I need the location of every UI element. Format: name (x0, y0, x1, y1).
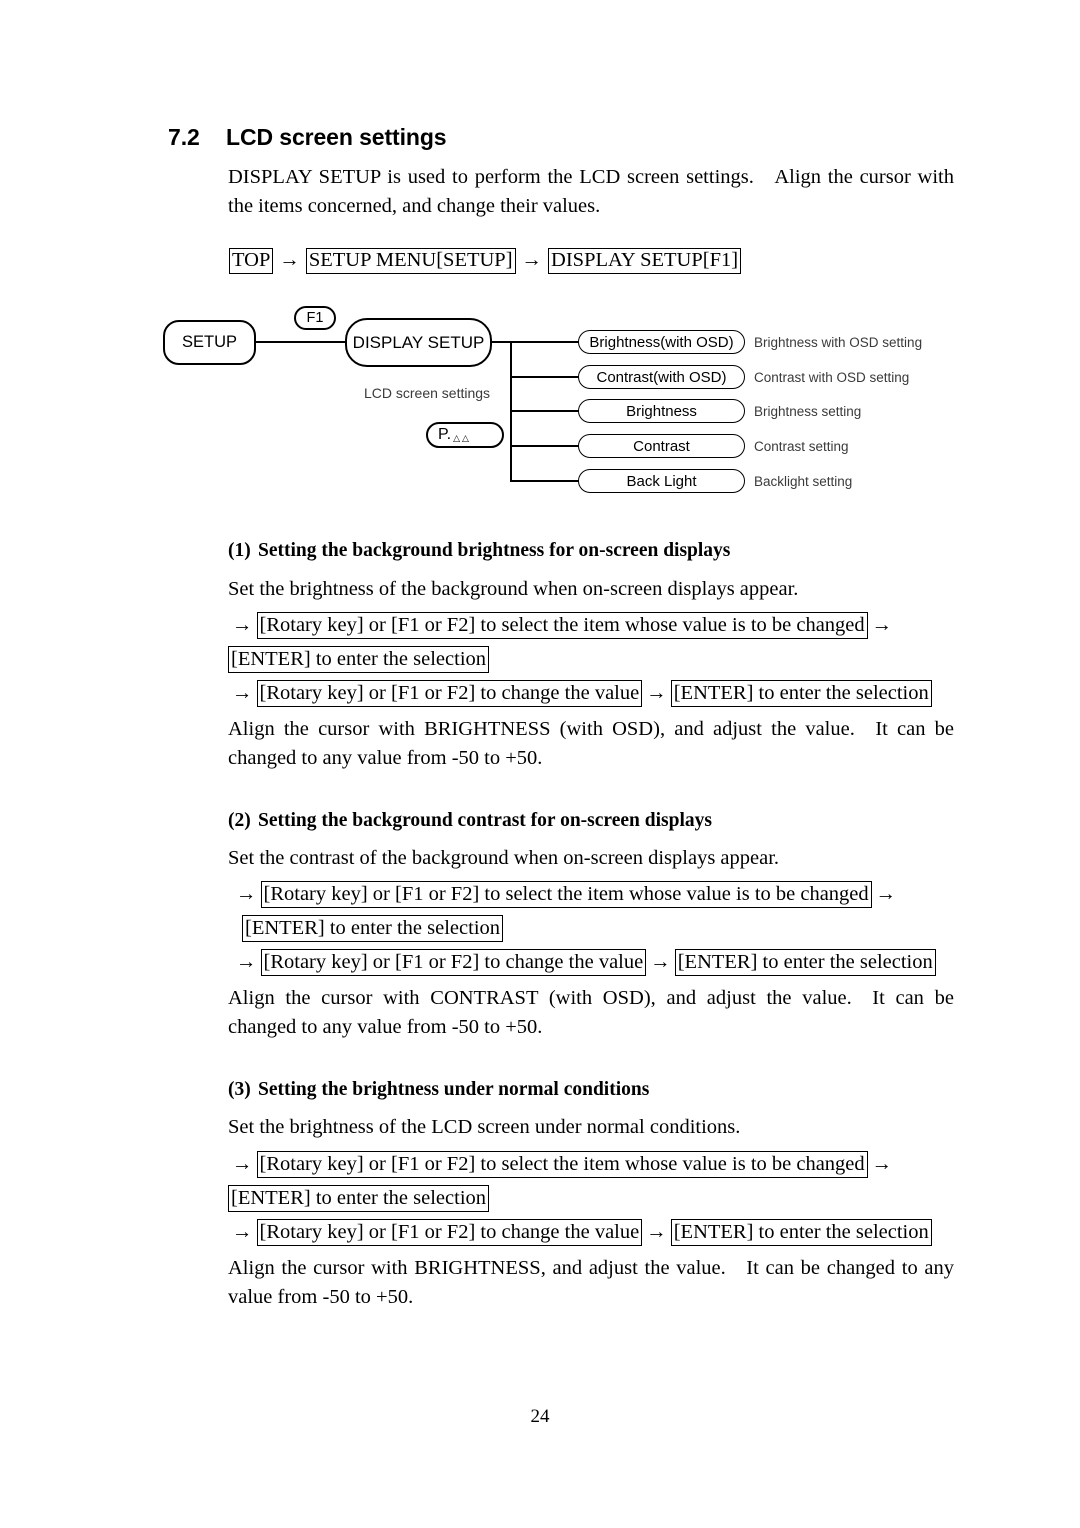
subsection-1-step-4: [ENTER] to enter the selection (670, 680, 932, 707)
subsection-3-number: (3) (228, 1079, 251, 1100)
subsection-1-title: Setting the background brightness for on… (258, 540, 731, 561)
subsection-3-steps: → [Rotary key] or [F1 or F2] to select th… (228, 1147, 932, 1249)
subsection-3-heading: (3) Setting the brightness under normal c… (228, 1079, 649, 1101)
connector-branch-3 (510, 410, 580, 412)
subsection-2-lead: Set the contrast of the background when … (228, 847, 780, 869)
diagram-page-reference: P. △△ (426, 422, 504, 448)
step-arrow: → (232, 1153, 253, 1175)
diagram-item-contrast-with-osd: Contrast(with OSD) (578, 365, 745, 389)
subsection-2-heading: (2) Setting the background contrast for o… (228, 810, 712, 832)
diagram-caption: LCD screen settings (364, 385, 491, 401)
step-arrow: → (871, 614, 893, 636)
diagram-item-brightness: Brightness (578, 399, 745, 423)
subsection-1-heading: (1) Setting the background brightness for… (228, 540, 730, 562)
diagram-node-display-setup: DISPLAY SETUP (345, 318, 492, 367)
subsection-3-step-2: [ENTER] to enter the selection (228, 1185, 490, 1212)
step-arrow: → (875, 883, 897, 905)
diagram-desc-back-light: Backlight setting (754, 474, 853, 489)
subsection-2-step-4: [ENTER] to enter the selection (674, 949, 936, 976)
subsection-2-step-line-3: → [Rotary key] or [F1 or F2] to change th… (232, 945, 936, 979)
subsection-2-step-2: [ENTER] to enter the selection (242, 915, 504, 942)
step-arrow: → (871, 1153, 893, 1175)
subsection-1-step-line-3: → [Rotary key] or [F1 or F2] to change th… (228, 676, 932, 710)
page-title: 7.2 LCD screen settings (168, 124, 447, 151)
subsection-1-step-line-1: → [Rotary key] or [F1 or F2] to select th… (228, 608, 932, 642)
diagram-item-contrast: Contrast (578, 434, 745, 458)
page-number: 24 (530, 1406, 550, 1427)
step-arrow: → (236, 951, 257, 973)
subsection-3-step-line-3: → [Rotary key] or [F1 or F2] to change th… (228, 1215, 932, 1249)
step-arrow: → (646, 682, 667, 704)
diagram-desc-brightness: Brightness setting (754, 404, 862, 419)
step-arrow: → (646, 1221, 667, 1243)
subsection-1-steps: → [Rotary key] or [F1 or F2] to select th… (228, 608, 932, 710)
subsection-3-title: Setting the brightness under normal cond… (258, 1079, 650, 1100)
connector-branch-1 (510, 341, 580, 343)
subsection-2-steps: → [Rotary key] or [F1 or F2] to select th… (232, 877, 936, 979)
document-page: 7.2 LCD screen settings DISPLAY SETUP is … (0, 0, 1080, 1528)
diagram-desc-contrast-with-osd: Contrast with OSD setting (754, 370, 910, 385)
step-arrow: → (236, 883, 257, 905)
intro-paragraph: DISPLAY SETUP is used to perform the LCD… (228, 166, 954, 217)
connector-display-to-trunk (490, 341, 512, 343)
breadcrumb-arrow-2: → (521, 249, 543, 271)
subsection-1-step-3: [Rotary key] or [F1 or F2] to change the… (256, 680, 643, 707)
breadcrumb-item-top: TOP (229, 248, 274, 274)
subsection-2-title: Setting the background contrast for on-s… (258, 810, 712, 831)
connector-branch-5 (510, 480, 580, 482)
subsection-3-step-line-1: → [Rotary key] or [F1 or F2] to select th… (228, 1147, 932, 1181)
section-number: 7.2 (168, 124, 200, 150)
step-arrow: → (650, 951, 671, 973)
connector-branch-2 (510, 376, 580, 378)
diagram-badge-f1: F1 (294, 306, 336, 330)
subsection-2-step-line-2: [ENTER] to enter the selection (232, 911, 936, 945)
subsection-3-step-3: [Rotary key] or [F1 or F2] to change the… (256, 1219, 643, 1246)
subsection-3-step-4: [ENTER] to enter the selection (670, 1219, 932, 1246)
subsection-2-closing: Align the cursor with CONTRAST (with OSD… (228, 987, 954, 1038)
subsection-1-number: (1) (228, 540, 251, 561)
subsection-3-closing: Align the cursor with BRIGHTNESS, and ad… (228, 1257, 954, 1308)
breadcrumb-arrow-1: → (279, 249, 300, 271)
connector-setup-to-display (254, 341, 347, 343)
step-arrow: → (232, 682, 253, 704)
subsection-1-lead: Set the brightness of the background whe… (228, 578, 799, 600)
diagram-node-setup: SETUP (163, 320, 256, 365)
page-ref-triangles: △△ (453, 432, 471, 443)
breadcrumb-item-display-setup: DISPLAY SETUP[F1] (548, 248, 742, 274)
subsection-2-step-line-1: → [Rotary key] or [F1 or F2] to select th… (232, 877, 936, 911)
diagram-item-back-light: Back Light (578, 469, 745, 493)
breadcrumb: TOP → SETUP MENU[SETUP] → DISPLAY SETUP[F1] (229, 248, 742, 274)
subsection-2-step-3: [Rotary key] or [F1 or F2] to change the… (260, 949, 647, 976)
step-arrow: → (232, 614, 253, 636)
diagram-item-brightness-with-osd: Brightness(with OSD) (578, 330, 745, 354)
subsection-1-step-2: [ENTER] to enter the selection (228, 646, 490, 673)
step-arrow: → (232, 1221, 253, 1243)
breadcrumb-item-setup-menu: SETUP MENU[SETUP] (305, 248, 516, 274)
subsection-3-step-1: [Rotary key] or [F1 or F2] to select the… (256, 1151, 868, 1178)
diagram-desc-brightness-with-osd: Brightness with OSD setting (754, 335, 923, 350)
subsection-2-step-1: [Rotary key] or [F1 or F2] to select the… (260, 881, 872, 908)
subsection-1-step-1: [Rotary key] or [F1 or F2] to select the… (256, 612, 868, 639)
subsection-3-lead: Set the brightness of the LCD screen und… (228, 1116, 741, 1138)
subsection-1-step-line-2: [ENTER] to enter the selection (228, 642, 932, 676)
connector-branch-4 (510, 445, 580, 447)
diagram-desc-contrast: Contrast setting (754, 439, 849, 454)
subsection-3-step-line-2: [ENTER] to enter the selection (228, 1181, 932, 1215)
section-title: LCD screen settings (226, 124, 447, 150)
connector-trunk-vertical (510, 341, 512, 482)
subsection-1-closing: Align the cursor with BRIGHTNESS (with O… (228, 718, 954, 769)
subsection-2-number: (2) (228, 810, 251, 831)
page-ref-label: P. (438, 426, 452, 443)
